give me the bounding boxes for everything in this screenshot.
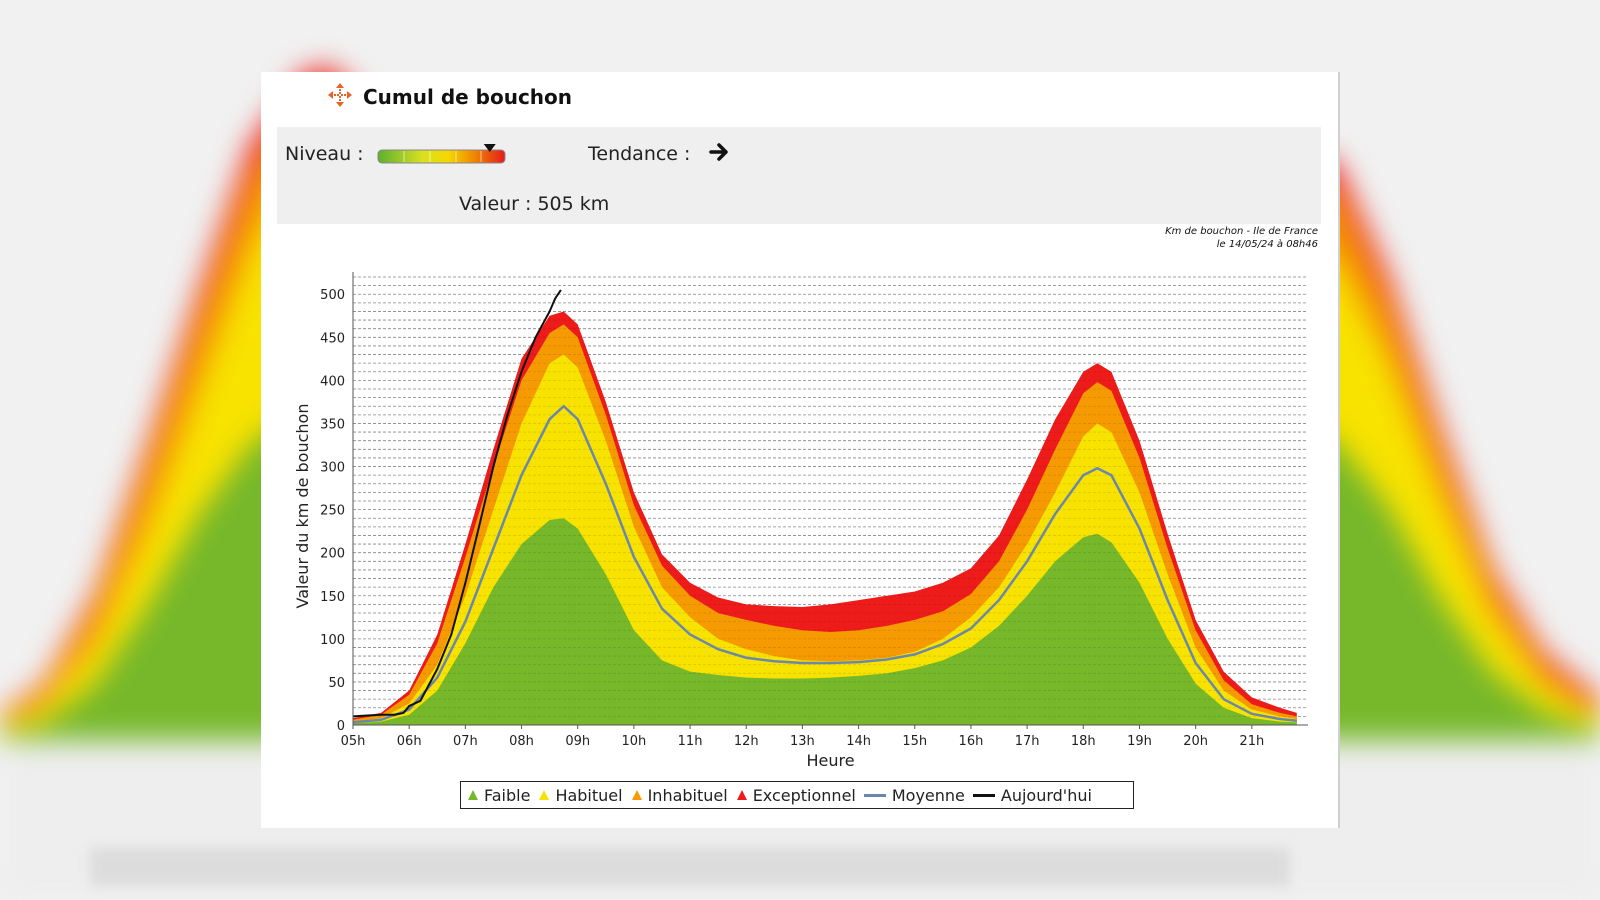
y-tick-label: 250 xyxy=(320,504,345,519)
legend-swatch-icon xyxy=(631,790,642,800)
legend-label: Faible xyxy=(484,785,531,805)
legend-label: Inhabituel xyxy=(647,785,728,805)
legend-label: Aujourd'hui xyxy=(1000,785,1092,805)
x-tick-label: 13h xyxy=(790,734,815,749)
x-tick-label: 06h xyxy=(397,734,422,749)
y-tick-label: 100 xyxy=(320,633,345,648)
legend-item: Exceptionnel xyxy=(736,786,856,805)
y-tick-label: 500 xyxy=(320,288,345,303)
legend-item: Faible xyxy=(467,786,530,805)
x-axis-title: Heure xyxy=(806,751,854,770)
x-tick-label: 07h xyxy=(453,734,478,749)
legend-swatch-line xyxy=(972,793,995,797)
x-tick-label: 12h xyxy=(734,734,759,749)
y-tick-label: 400 xyxy=(320,374,345,389)
y-tick-label: 0 xyxy=(337,719,345,734)
y-tick-label: 350 xyxy=(320,417,345,432)
x-tick-label: 20h xyxy=(1183,734,1208,749)
chart-legend: Faible Habituel Inhabituel Exceptionnel Moye… xyxy=(460,781,1134,809)
legend-swatch-line xyxy=(863,793,886,797)
legend-swatch-icon xyxy=(468,790,478,800)
y-tick-label: 450 xyxy=(320,331,345,346)
x-tick-label: 15h xyxy=(902,734,927,749)
y-axis-title: Valeur du km de bouchon xyxy=(293,404,312,609)
x-tick-label: 16h xyxy=(959,734,984,749)
x-tick-label: 08h xyxy=(509,734,534,749)
x-tick-label: 10h xyxy=(621,734,646,749)
legend-item: Aujourd'hui xyxy=(972,785,1092,805)
legend-swatch-icon xyxy=(539,790,550,800)
traffic-card: Cumul de bouchon Niveau : Tendance : Val… xyxy=(261,72,1340,828)
legend-label: Habituel xyxy=(555,785,623,805)
y-tick-label: 50 xyxy=(328,676,345,691)
legend-label: Exceptionnel xyxy=(752,785,856,805)
blurred-background-legend xyxy=(90,848,1290,886)
y-tick-label: 200 xyxy=(320,547,345,562)
x-tick-label: 19h xyxy=(1127,734,1152,749)
legend-label: Moyenne xyxy=(891,785,965,805)
x-tick-label: 21h xyxy=(1239,734,1264,749)
legend-item: Habituel xyxy=(538,785,623,805)
legend-swatch-icon xyxy=(736,790,747,800)
x-tick-label: 14h xyxy=(846,734,871,749)
y-tick-label: 150 xyxy=(320,590,345,605)
x-tick-label: 05h xyxy=(341,734,366,749)
legend-item: Moyenne xyxy=(863,785,965,805)
x-tick-label: 17h xyxy=(1015,734,1040,749)
legend-item: Inhabituel xyxy=(631,786,728,805)
x-tick-label: 18h xyxy=(1071,734,1096,749)
y-tick-label: 300 xyxy=(320,461,345,476)
x-tick-label: 11h xyxy=(678,734,703,749)
x-tick-label: 09h xyxy=(565,734,590,749)
traffic-chart: 0 50 100 150 200 250 300 350 400 450 500 05h 06h 07h 0… xyxy=(293,272,1308,770)
